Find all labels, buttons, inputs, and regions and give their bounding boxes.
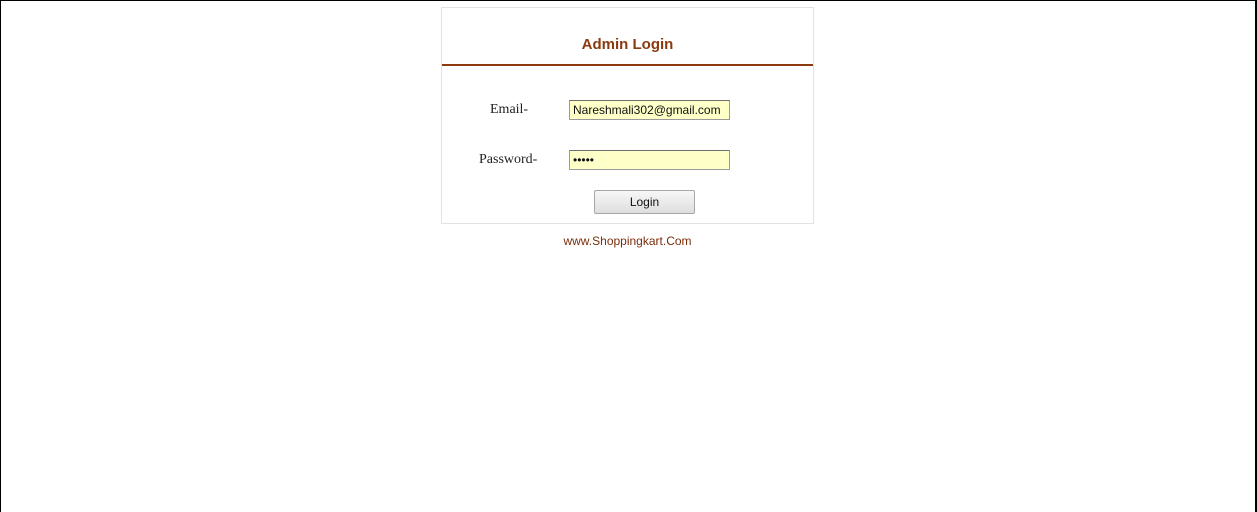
login-panel: Admin Login Email- Password- Login [441,7,814,224]
email-field[interactable] [569,100,730,120]
email-label: Email- [490,102,529,117]
password-label: Password- [479,152,538,167]
password-field[interactable] [569,150,730,170]
footer-site-link[interactable]: www.Shoppingkart.Com [441,234,814,248]
title-divider [442,64,813,66]
login-title: Admin Login [581,36,674,53]
login-button[interactable]: Login [594,190,695,214]
page-frame: Admin Login Email- Password- Login www.S… [0,0,1257,512]
